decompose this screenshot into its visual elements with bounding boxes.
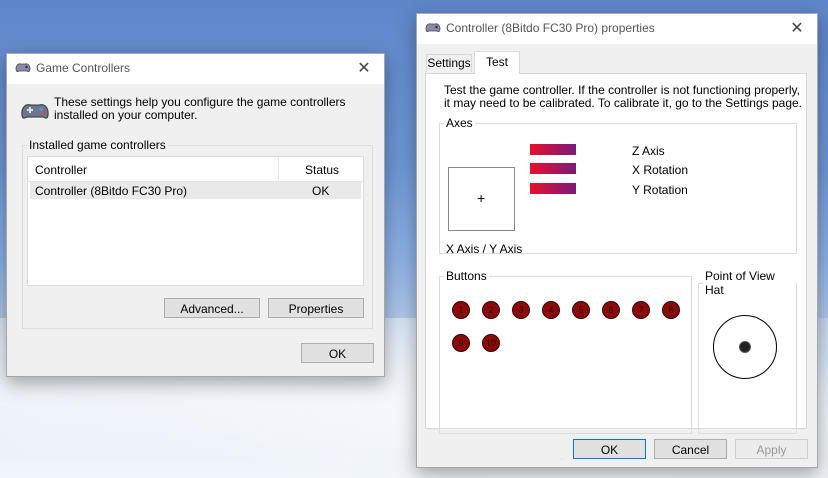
joystick-button-4: 4 xyxy=(542,301,560,319)
column-header-controller[interactable]: Controller xyxy=(35,163,87,177)
tab-test[interactable]: Test xyxy=(474,51,520,74)
row-controller-name: Controller (8Bitdo FC30 Pro) xyxy=(35,184,188,198)
title-bar[interactable]: Game Controllers ✕ xyxy=(7,54,384,84)
y-rotation-bar xyxy=(530,183,576,194)
cancel-button[interactable]: Cancel xyxy=(654,439,727,459)
group-label: Installed game controllers xyxy=(29,138,166,152)
ok-button[interactable]: OK xyxy=(301,343,374,363)
joystick-button-9: 9 xyxy=(452,334,470,352)
pov-hat-circle xyxy=(713,315,777,379)
apply-button[interactable]: Apply xyxy=(735,439,808,459)
description-text: These settings help you configure the ga… xyxy=(54,95,346,122)
properties-button[interactable]: Properties xyxy=(268,298,364,318)
joystick-button-2: 2 xyxy=(482,301,500,319)
list-header: Controller Status xyxy=(28,157,363,182)
pov-hat-dot xyxy=(739,341,751,353)
xy-axis-label: X Axis / Y Axis xyxy=(446,242,523,256)
gamepad-icon xyxy=(21,104,49,119)
joystick-button-7: 7 xyxy=(632,301,650,319)
axes-label: Axes xyxy=(446,116,473,130)
controller-properties-window: Controller (8Bitdo FC30 Pro) properties … xyxy=(416,13,818,468)
row-status: OK xyxy=(312,184,330,198)
x-rotation-label: X Rotation xyxy=(632,163,689,177)
gamepad-icon xyxy=(15,63,31,72)
ok-button[interactable]: OK xyxy=(573,439,646,459)
buttons-label: Buttons xyxy=(446,269,487,283)
window-title: Controller (8Bitdo FC30 Pro) properties xyxy=(446,21,655,35)
table-row[interactable]: Controller (8Bitdo FC30 Pro) OK xyxy=(30,182,361,199)
column-header-status[interactable]: Status xyxy=(305,163,339,177)
close-icon[interactable]: ✕ xyxy=(777,14,817,44)
joystick-button-3: 3 xyxy=(512,301,530,319)
window-title: Game Controllers xyxy=(36,61,131,75)
tab-test-label: Test xyxy=(485,55,508,69)
advanced-button[interactable]: Advanced... xyxy=(164,298,260,318)
x-rotation-bar xyxy=(530,163,576,174)
title-bar[interactable]: Controller (8Bitdo FC30 Pro) properties … xyxy=(417,14,817,44)
gamepad-icon xyxy=(425,23,441,32)
buttons-group: Buttons xyxy=(439,269,692,434)
joystick-button-1: 1 xyxy=(452,301,470,319)
crosshair: + xyxy=(477,190,486,206)
joystick-button-8: 8 xyxy=(662,301,680,319)
xy-axis-box: + xyxy=(448,167,515,231)
joystick-button-10: 10 xyxy=(482,334,500,352)
z-axis-bar xyxy=(530,144,576,155)
tab-settings[interactable]: Settings xyxy=(426,54,472,72)
column-divider xyxy=(278,157,279,181)
z-axis-label: Z Axis xyxy=(632,144,665,158)
game-controllers-window: Game Controllers ✕ These settings help y… xyxy=(6,53,385,377)
y-rotation-label: Y Rotation xyxy=(632,183,688,197)
tab-settings-label: Settings xyxy=(427,56,471,70)
joystick-button-6: 6 xyxy=(602,301,620,319)
joystick-button-5: 5 xyxy=(572,301,590,319)
pov-hat-label: Point of View Hat xyxy=(705,269,775,297)
intro-text: Test the game controller. If the control… xyxy=(444,83,803,110)
controllers-list[interactable]: Controller Status Controller (8Bitdo FC3… xyxy=(27,156,364,286)
test-tab-panel: Test the game controller. If the control… xyxy=(425,73,807,434)
close-icon[interactable]: ✕ xyxy=(344,54,384,84)
